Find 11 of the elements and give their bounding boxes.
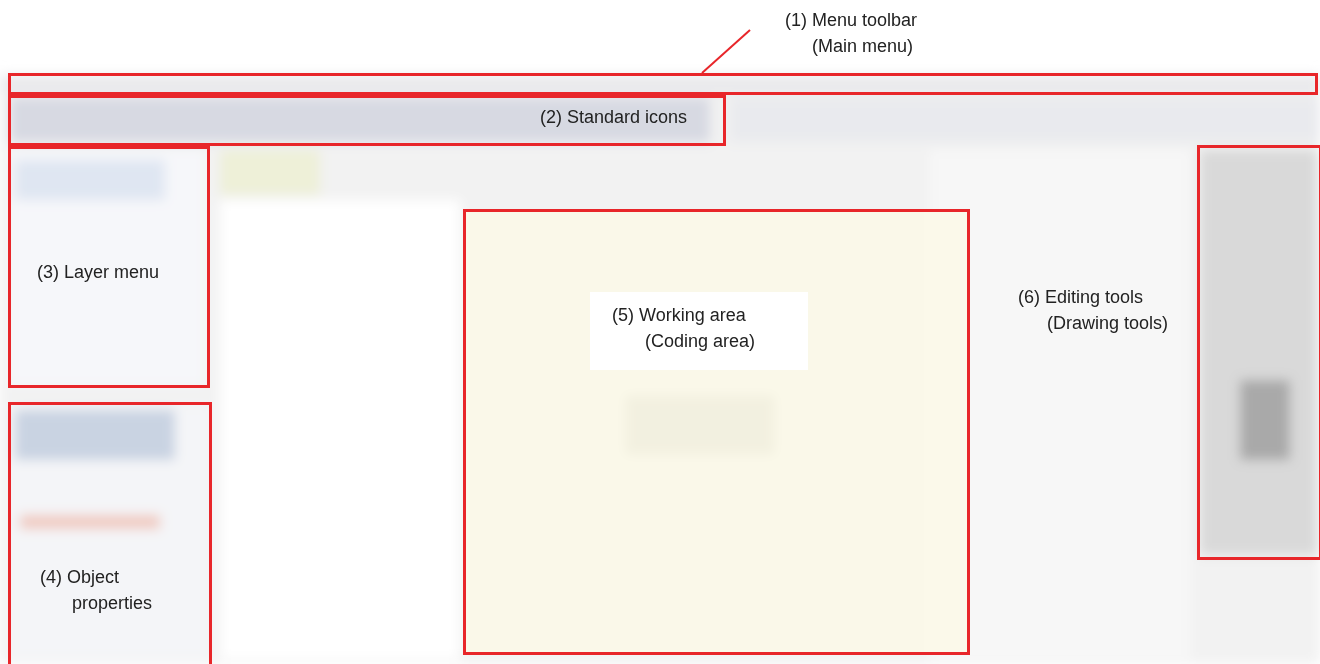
callout-label: (5) Working area <box>612 304 746 327</box>
callout-label: (2) Standard icons <box>540 106 688 129</box>
callout-label: (Drawing tools) <box>1046 312 1169 335</box>
leader-line <box>701 29 751 74</box>
callout-label: (1) Menu toolbar <box>785 9 918 32</box>
callout-label: (Main menu) <box>811 35 914 58</box>
callout-label: (6) Editing tools <box>1018 286 1144 309</box>
callout-label: properties <box>71 592 153 615</box>
callout-label: (4) Object <box>40 566 120 589</box>
callout-label: (Coding area) <box>644 330 756 353</box>
callout-label: (3) Layer menu <box>37 261 160 284</box>
